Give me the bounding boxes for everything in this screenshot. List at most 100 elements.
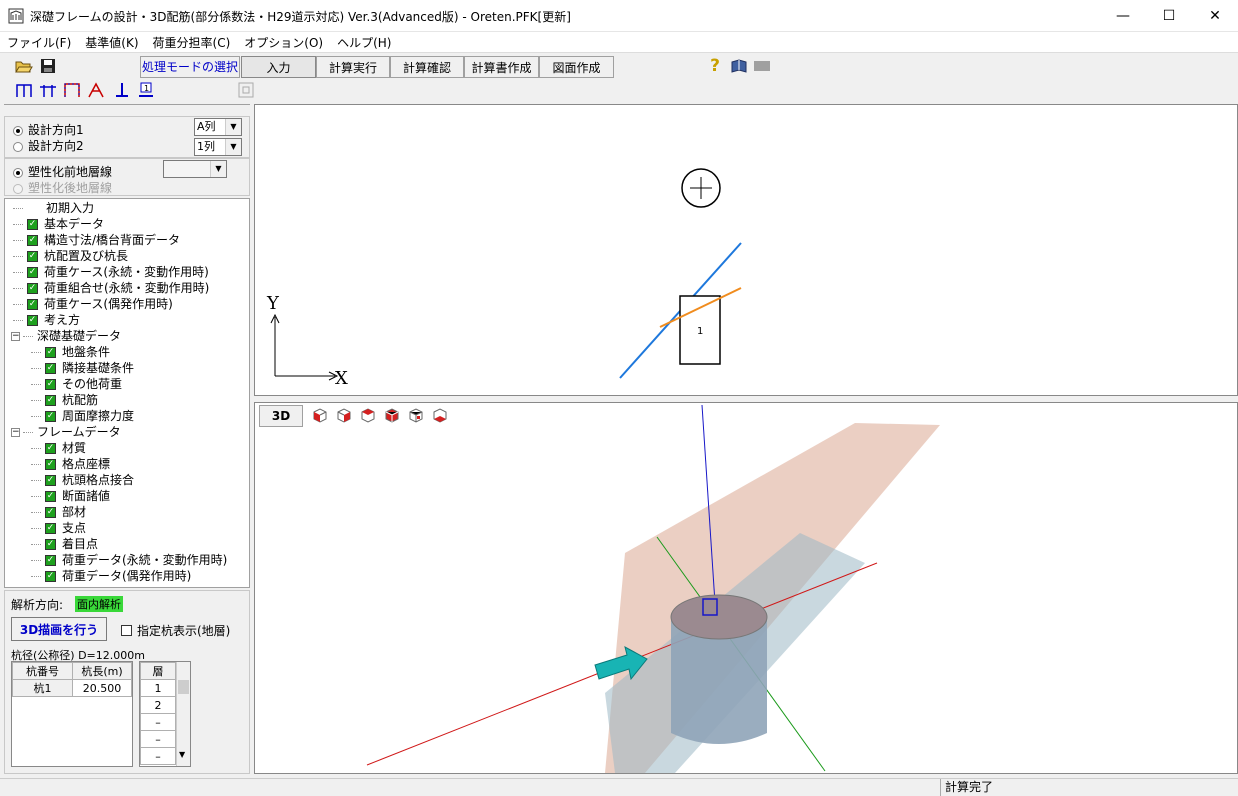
- pile-down-icon[interactable]: [112, 80, 132, 100]
- checked-icon: ✓: [45, 506, 56, 518]
- direction-combo-1-value: A列: [197, 120, 216, 133]
- help-icon[interactable]: ?: [705, 56, 725, 76]
- tree-item[interactable]: ✓ 荷重ケース(偶発作用時): [13, 296, 173, 312]
- tree-collapse-icon[interactable]: −: [11, 331, 20, 341]
- direction-1-radio[interactable]: 設計方向1: [13, 121, 84, 138]
- frame-type-1-icon[interactable]: [14, 80, 34, 100]
- layer-table-scrollbar[interactable]: ▼: [176, 662, 190, 766]
- 3d-button[interactable]: 3D: [259, 405, 303, 427]
- tree-item-label: 断面諸値: [62, 489, 111, 503]
- title-bar: 深礎フレームの設計・3D配筋(部分係数法・H29道示対応) Ver.3(Adva…: [0, 0, 1238, 32]
- view-iso-cube-icon[interactable]: [405, 405, 425, 425]
- tree-item-label: 部材: [62, 505, 87, 519]
- pile-table: 杭番号 杭長(m) 杭1 20.500: [11, 661, 133, 767]
- menu-options[interactable]: オプション(O): [237, 32, 330, 53]
- tree-item[interactable]: ✓ 部材: [31, 504, 86, 520]
- view-bottom-cube-icon[interactable]: [429, 405, 449, 425]
- tree-item[interactable]: − フレームデータ: [11, 424, 121, 440]
- tree-item[interactable]: ✓ 杭配筋: [31, 392, 98, 408]
- checked-icon: ✓: [45, 474, 56, 486]
- mode-label: 処理モードの選択: [140, 56, 240, 78]
- tree-item[interactable]: ✓ 杭頭格点接合: [31, 472, 134, 488]
- layer-table: 層 1 2 – – – ▼: [139, 661, 191, 767]
- tree-connector: [23, 431, 33, 433]
- close-button[interactable]: ✕: [1192, 0, 1238, 32]
- layer-row[interactable]: –: [140, 730, 176, 748]
- view-top-cube-icon[interactable]: [357, 405, 377, 425]
- tree-item[interactable]: ✓ 格点座標: [31, 456, 110, 472]
- tree-item[interactable]: ✓ 荷重データ(偶発作用時): [31, 568, 191, 584]
- book-icon[interactable]: [729, 56, 749, 76]
- pile-display-checkbox[interactable]: 指定杭表示(地層): [121, 622, 230, 639]
- tree-item[interactable]: ✓ 基本データ: [13, 216, 104, 232]
- pile-top: [670, 594, 768, 640]
- mode-calc-button[interactable]: 計算実行: [316, 56, 390, 78]
- pile-number-icon[interactable]: 1: [136, 80, 156, 100]
- layer-row[interactable]: –: [140, 747, 176, 765]
- view-front-cube-icon[interactable]: [309, 405, 329, 425]
- tree-item-label: 格点座標: [62, 457, 111, 471]
- tree-collapse-icon[interactable]: −: [11, 427, 20, 437]
- minimize-button[interactable]: —: [1100, 0, 1146, 32]
- tree-item[interactable]: − 深礎基礎データ: [11, 328, 121, 344]
- frame-type-4-icon[interactable]: [86, 80, 106, 100]
- menu-help[interactable]: ヘルプ(H): [330, 32, 398, 53]
- scrollbar-thumb[interactable]: [178, 680, 189, 694]
- tree-item-label: 荷重データ(偶発作用時): [62, 569, 192, 583]
- toolbar-1: 処理モードの選択 入力 計算実行 計算確認 計算書作成 図面作成 ?: [0, 52, 1238, 78]
- frame-type-2-icon[interactable]: [38, 80, 58, 100]
- 3d-canvas: [366, 404, 940, 773]
- direction-2-radio[interactable]: 設計方向2: [13, 137, 84, 154]
- app-icon: [8, 8, 24, 24]
- tree-item[interactable]: ✓ 材質: [31, 440, 86, 456]
- layer-row[interactable]: –: [140, 713, 176, 731]
- mode-report-button[interactable]: 計算書作成: [464, 56, 539, 78]
- tree-item[interactable]: ✓ 周面摩擦力度: [31, 408, 134, 424]
- direction-combo-2[interactable]: 1列 ▼: [194, 138, 242, 156]
- menu-file[interactable]: ファイル(F): [0, 32, 78, 53]
- pile-display-box[interactable]: [121, 625, 132, 636]
- checked-icon: ✓: [27, 314, 38, 326]
- mode-input-button[interactable]: 入力: [241, 56, 316, 78]
- save-icon[interactable]: [38, 56, 58, 76]
- mode-drawing-button[interactable]: 図面作成: [539, 56, 614, 78]
- tree-item[interactable]: ✓ 断面諸値: [31, 488, 110, 504]
- tree-item-label: 基本データ: [44, 217, 105, 231]
- tree-item[interactable]: ✓ 支点: [31, 520, 86, 536]
- tree-item[interactable]: ✓ 考え方: [13, 312, 80, 328]
- menu-standard[interactable]: 基準値(K): [78, 32, 145, 53]
- 3d-view[interactable]: 3D: [254, 402, 1238, 774]
- tree-item-label: フレームデータ: [37, 425, 121, 439]
- maximize-button[interactable]: ☐: [1146, 0, 1192, 32]
- menu-bar: ファイル(F) 基準値(K) 荷重分担率(C) オプション(O) ヘルプ(H): [0, 32, 1238, 52]
- plan-view[interactable]: 1 Y X: [254, 104, 1238, 396]
- tree-item[interactable]: ✓ 地盤条件: [31, 344, 110, 360]
- draw-3d-button[interactable]: 3D描画を行う: [11, 617, 107, 641]
- layer-row[interactable]: 2: [140, 696, 176, 714]
- view-side-cube-icon[interactable]: [333, 405, 353, 425]
- direction-combo-1[interactable]: A列 ▼: [194, 118, 242, 136]
- frame-type-3-icon[interactable]: [62, 80, 82, 100]
- tree-connector: [23, 335, 33, 337]
- tree-connector: [31, 383, 41, 385]
- tree-item[interactable]: ✓ その他荷重: [31, 376, 122, 392]
- mode-check-button[interactable]: 計算確認: [390, 56, 464, 78]
- menu-load-share[interactable]: 荷重分担率(C): [146, 32, 238, 53]
- layer-before-radio[interactable]: 塑性化前地層線: [13, 163, 112, 180]
- pile-table-cell-length[interactable]: 20.500: [72, 679, 132, 697]
- view-back-cube-icon[interactable]: [381, 405, 401, 425]
- tree-item[interactable]: ✓ 杭配置及び杭長: [13, 248, 128, 264]
- scroll-down-icon[interactable]: ▼: [179, 750, 185, 759]
- tree-item[interactable]: ✓ 荷重データ(永続・変動作用時): [31, 552, 227, 568]
- layer-row[interactable]: 1: [140, 679, 176, 697]
- tree-item[interactable]: ✓ 構造寸法/橋台背面データ: [13, 232, 180, 248]
- tree-item[interactable]: ✓ 荷重組合せ(永続・変動作用時): [13, 280, 209, 296]
- pile-table-cell-no[interactable]: 杭1: [12, 679, 73, 697]
- tree-item[interactable]: ✓ 着目点: [31, 536, 98, 552]
- tree-item[interactable]: ✓ 隣接基礎条件: [31, 360, 134, 376]
- open-folder-icon[interactable]: [14, 56, 34, 76]
- tree-item[interactable]: 初期入力: [13, 200, 94, 216]
- input-tree: 初期入力 ✓ 基本データ ✓ 構造寸法/橋台背面データ ✓ 杭配置及び杭長 ✓ 荷重ケース(永続…: [4, 198, 250, 588]
- layer-before-label: 塑性化前地層線: [28, 165, 113, 179]
- tree-item[interactable]: ✓ 荷重ケース(永続・変動作用時): [13, 264, 209, 280]
